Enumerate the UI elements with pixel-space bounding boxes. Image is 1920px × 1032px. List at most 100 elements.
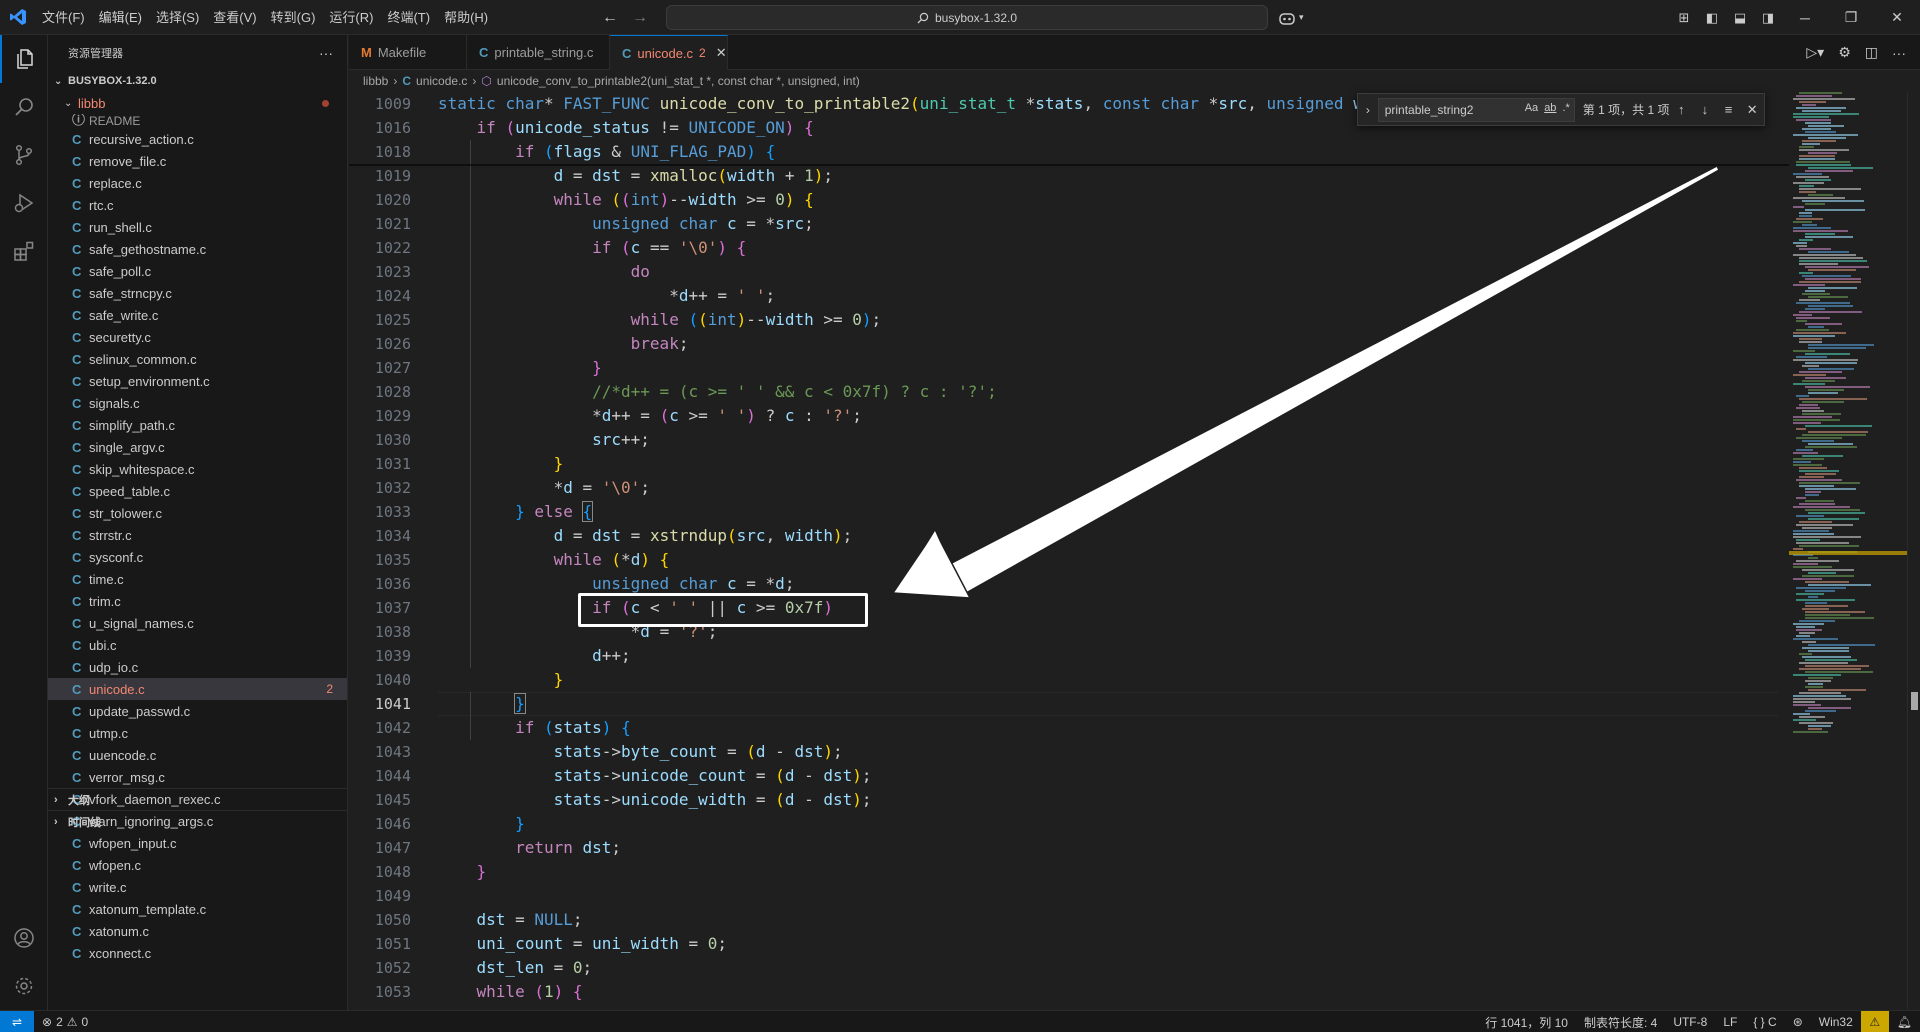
list-item[interactable]: Cverror_msg.c [48, 766, 347, 788]
timeline-section[interactable]: › 时间线 [48, 810, 347, 832]
list-item[interactable]: Csimplify_path.c [48, 414, 347, 436]
list-item[interactable]: Csysconf.c [48, 546, 347, 568]
list-item[interactable]: Cu_signal_names.c [48, 612, 347, 634]
list-item[interactable]: Cubi.c [48, 634, 347, 656]
problems-indicator[interactable]: ⊗ 2 ⚠ 0 [34, 1015, 88, 1029]
back-arrow-icon[interactable]: ← [602, 9, 618, 27]
tab-printable-string[interactable]: C printable_string.c [467, 35, 610, 70]
workspace-root[interactable]: ⌄ BUSYBOX-1.32.0 [48, 70, 347, 92]
breadcrumb-symbol[interactable]: unicode_conv_to_printable2(uni_stat_t *,… [497, 74, 860, 88]
close-tab-icon[interactable]: ✕ [716, 45, 727, 61]
split-editor-icon[interactable]: ◫ [1865, 44, 1878, 61]
list-item[interactable]: Cselinux_common.c [48, 348, 347, 370]
list-item[interactable]: Cstrrstr.c [48, 524, 347, 546]
minimap[interactable] [1789, 92, 1907, 1010]
arrow-down-icon[interactable]: ↓ [1693, 102, 1717, 117]
settings-gear-icon[interactable]: ⚙ [1838, 44, 1851, 61]
list-item[interactable]: Crtc.c [48, 194, 347, 216]
encoding[interactable]: UTF-8 [1665, 1015, 1715, 1029]
list-item[interactable]: Crecursive_action.c [48, 128, 347, 150]
arrow-up-icon[interactable]: ↑ [1669, 102, 1693, 117]
list-item[interactable]: Cxconnect.c [48, 942, 347, 962]
list-item[interactable]: Ctrim.c [48, 590, 347, 612]
menu-file[interactable]: 文件(F) [35, 0, 92, 35]
match-case-toggle[interactable]: Aa [1525, 102, 1538, 114]
remote-indicator-icon[interactable]: ⇌ [0, 1010, 34, 1032]
list-item[interactable]: Cwfopen_input.c [48, 832, 347, 854]
tab-makefile[interactable]: M Makefile [349, 35, 467, 70]
copilot-button[interactable]: ▾ [1278, 0, 1304, 35]
list-item[interactable]: ⓘ README [48, 114, 347, 128]
menu-help[interactable]: 帮助(H) [437, 0, 495, 35]
account-icon[interactable] [0, 914, 48, 962]
search-view-icon[interactable] [0, 83, 48, 131]
close-window-icon[interactable]: ✕ [1874, 9, 1920, 26]
minimize-icon[interactable]: ─ [1782, 10, 1828, 26]
list-item[interactable]: Cwfopen.c [48, 854, 347, 876]
toggle-primary-sidebar-icon[interactable]: ◧ [1698, 10, 1726, 26]
find-input[interactable]: printable_string2 Aa ab .* [1377, 97, 1575, 122]
list-item-active[interactable]: Cunicode.c 2 [48, 678, 347, 700]
list-item[interactable]: Cupdate_passwd.c [48, 700, 347, 722]
list-item[interactable]: Csecuretty.c [48, 326, 347, 348]
toggle-panel-icon[interactable]: ⬓ [1726, 10, 1754, 26]
forward-arrow-icon[interactable]: → [632, 9, 648, 27]
language-mode[interactable]: { } C [1745, 1015, 1784, 1029]
cursor-position[interactable]: 行 1041，列 10 [1477, 1014, 1576, 1031]
list-item[interactable]: Cxatonum.c [48, 920, 347, 942]
list-item[interactable]: Csafe_gethostname.c [48, 238, 347, 260]
outline-section[interactable]: › 大纲 [48, 788, 347, 810]
regex-toggle[interactable]: .* [1562, 102, 1569, 114]
list-item[interactable]: Cskip_whitespace.c [48, 458, 347, 480]
command-center-search[interactable]: busybox-1.32.0 [666, 5, 1268, 30]
menu-view[interactable]: 查看(V) [206, 0, 263, 35]
explorer-icon[interactable] [0, 35, 48, 83]
run-icon[interactable]: ▷▾ [1806, 44, 1824, 61]
extensions-icon[interactable] [0, 227, 48, 275]
list-item[interactable]: Csignals.c [48, 392, 347, 414]
close-find-icon[interactable]: ✕ [1740, 102, 1764, 118]
restore-icon[interactable]: ❐ [1828, 9, 1874, 26]
settings-gear-icon[interactable] [0, 962, 48, 1010]
more-actions-icon[interactable]: ··· [319, 45, 333, 61]
customize-layout-icon[interactable]: ⊞ [1670, 10, 1698, 26]
match-word-toggle[interactable]: ab [1544, 102, 1556, 114]
list-item[interactable]: Cspeed_table.c [48, 480, 347, 502]
code-editor[interactable]: 1009 1016 1018 1019 1020 1021 1022 1023 1024 1025… [349, 92, 1789, 1010]
menu-go[interactable]: 转到(G) [264, 0, 323, 35]
indentation[interactable]: 制表符长度: 4 [1576, 1014, 1665, 1031]
menu-selection[interactable]: 选择(S) [149, 0, 206, 35]
list-item[interactable]: Cudp_io.c [48, 656, 347, 678]
toggle-replace-chevron-icon[interactable]: › [1358, 103, 1378, 117]
list-item[interactable]: Cxatonum_template.c [48, 898, 347, 920]
list-item[interactable]: Cwrite.c [48, 876, 347, 898]
platform[interactable]: Win32 [1811, 1015, 1861, 1029]
menu-edit[interactable]: 编辑(E) [92, 0, 149, 35]
end-of-line[interactable]: LF [1715, 1015, 1745, 1029]
list-item[interactable]: Cutmp.c [48, 722, 347, 744]
list-item[interactable]: Csetup_environment.c [48, 370, 347, 392]
run-debug-icon[interactable] [0, 179, 48, 227]
folder-libbb[interactable]: ⌄ libbb [48, 92, 347, 114]
list-item[interactable]: Crun_shell.c [48, 216, 347, 238]
source-control-icon[interactable] [0, 131, 48, 179]
breadcrumb-folder[interactable]: libbb [363, 74, 388, 88]
more-actions-icon[interactable]: ··· [1892, 45, 1906, 61]
copilot-status-icon[interactable]: ⊛ [1785, 1015, 1811, 1029]
list-item[interactable]: Csafe_strncpy.c [48, 282, 347, 304]
notifications-bell-icon[interactable]: 🔔︎ [1889, 1015, 1920, 1029]
list-item[interactable]: Csafe_write.c [48, 304, 347, 326]
minimap-slider[interactable] [1789, 551, 1907, 555]
breadcrumb-file[interactable]: unicode.c [416, 74, 467, 88]
menu-terminal[interactable]: 终端(T) [380, 0, 437, 35]
toggle-secondary-sidebar-icon[interactable]: ◨ [1754, 10, 1782, 26]
list-item[interactable]: Cuuencode.c [48, 744, 347, 766]
find-in-selection-icon[interactable]: ≡ [1717, 102, 1741, 117]
menu-run[interactable]: 运行(R) [322, 0, 380, 35]
tab-unicode[interactable]: C unicode.c 2 ✕ [610, 35, 728, 70]
vertical-scrollbar[interactable] [1907, 92, 1920, 1010]
list-item[interactable]: Cremove_file.c [48, 150, 347, 172]
list-item[interactable]: Cstr_tolower.c [48, 502, 347, 524]
list-item[interactable]: Creplace.c [48, 172, 347, 194]
list-item[interactable]: Ctime.c [48, 568, 347, 590]
